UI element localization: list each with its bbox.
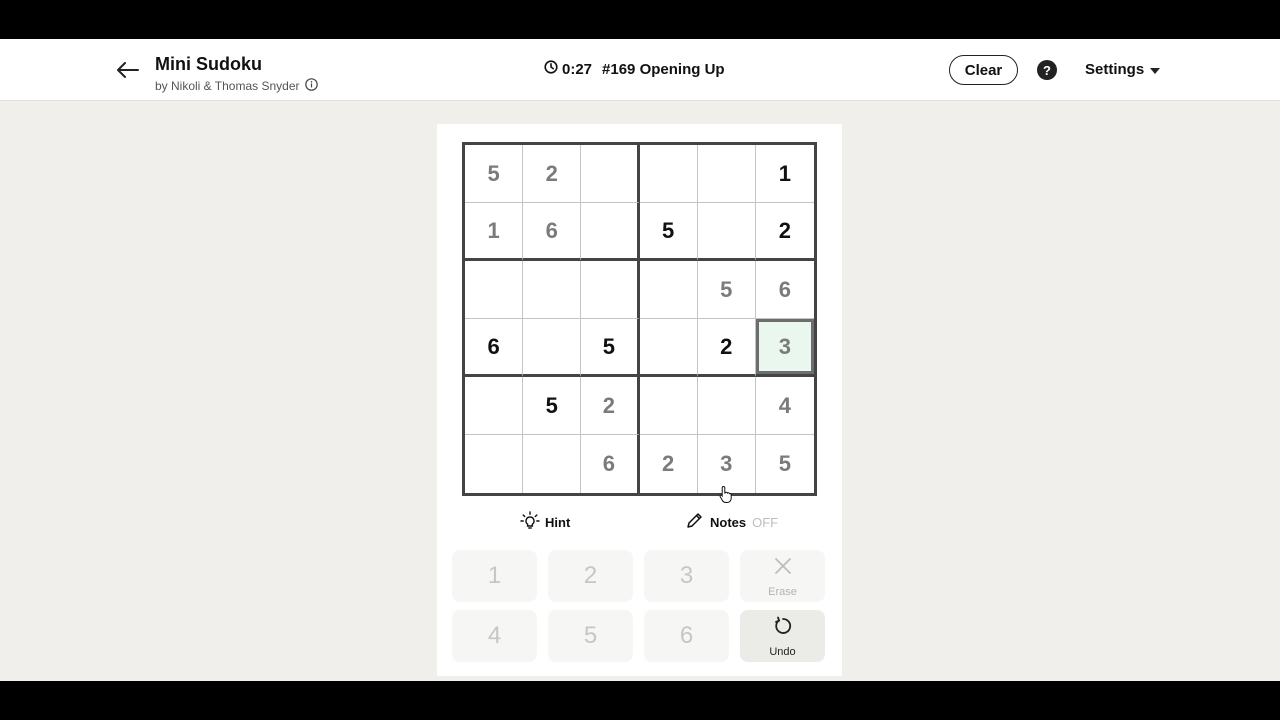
grid-cell-r3c2[interactable] (523, 261, 582, 319)
key-5[interactable]: 5 (548, 610, 633, 662)
grid-cell-r4c4[interactable] (639, 319, 698, 377)
notes-toggle[interactable]: Notes OFF (685, 511, 778, 533)
grid-cell-r3c5[interactable]: 5 (697, 261, 756, 319)
grid-cell-r5c6[interactable]: 4 (755, 377, 814, 435)
game-title: Mini Sudoku (155, 54, 262, 74)
grid-cell-r1c3[interactable] (581, 145, 640, 203)
info-icon[interactable] (304, 78, 318, 94)
grid-cell-r5c4[interactable] (639, 377, 698, 435)
grid-cell-r3c6[interactable]: 6 (755, 261, 814, 319)
grid-cell-r6c3[interactable]: 6 (581, 435, 640, 493)
grid-cell-r6c4[interactable]: 2 (640, 435, 698, 493)
settings-menu[interactable]: Settings (1085, 61, 1161, 78)
erase-label: Erase (768, 586, 797, 598)
pencil-icon (685, 511, 704, 533)
clock-icon (544, 60, 558, 78)
settings-label: Settings (1085, 61, 1145, 78)
grid-cell-r6c2[interactable] (523, 435, 582, 493)
grid-cell-r1c4[interactable] (639, 145, 698, 203)
hint-label: Hint (545, 515, 571, 530)
notes-state: OFF (752, 514, 779, 530)
byline-row: by Nikoli & Thomas Snyder (155, 78, 318, 94)
grid-cell-r1c2[interactable]: 2 (523, 145, 582, 203)
controls-row: Hint Notes OFF (437, 511, 842, 535)
grid-cell-r2c4[interactable]: 5 (639, 203, 698, 261)
erase-button[interactable]: Erase (740, 550, 825, 602)
grid-cell-r1c6[interactable]: 1 (755, 145, 814, 203)
help-icon[interactable]: ? (1037, 60, 1057, 80)
key-4[interactable]: 4 (452, 610, 537, 662)
grid-cell-r5c1[interactable] (465, 377, 524, 435)
key-3[interactable]: 3 (644, 550, 729, 602)
notes-label: Notes (710, 514, 747, 530)
game-app: Mini Sudoku by Nikoli & Thomas Snyder 0:… (0, 39, 1280, 681)
game-card: 52116525665235246235 Hint Notes OFF 1 2 … (437, 124, 842, 676)
undo-label: Undo (769, 645, 796, 658)
caret-down-icon (1150, 61, 1161, 78)
timer-and-puzzle: 0:27 #169 Opening Up (544, 60, 725, 78)
back-arrow-icon[interactable] (112, 55, 144, 85)
lightbulb-icon (520, 511, 540, 534)
hand-cursor-icon (719, 485, 733, 508)
grid-cell-r4c3[interactable]: 5 (581, 319, 640, 377)
grid-cell-r2c5[interactable] (697, 203, 756, 261)
clear-button[interactable]: Clear (949, 55, 1018, 85)
grid-cell-r5c3[interactable]: 2 (581, 377, 640, 435)
grid-cell-r3c3[interactable] (581, 261, 640, 319)
title-block: Mini Sudoku by Nikoli & Thomas Snyder (155, 53, 318, 94)
grid-cell-r1c1[interactable]: 5 (465, 145, 524, 203)
grid-cell-r4c1[interactable]: 6 (465, 319, 524, 377)
puzzle-name: #169 Opening Up (602, 60, 725, 78)
byline: by Nikoli & Thomas Snyder (155, 79, 300, 93)
key-6[interactable]: 6 (644, 610, 729, 662)
grid-cell-r3c1[interactable] (465, 261, 524, 319)
sudoku-grid: 52116525665235246235 (462, 142, 817, 496)
hint-button[interactable]: Hint (520, 511, 570, 534)
key-1[interactable]: 1 (452, 550, 537, 602)
key-2[interactable]: 2 (548, 550, 633, 602)
top-bar: Mini Sudoku by Nikoli & Thomas Snyder 0:… (0, 39, 1280, 101)
grid-cell-r2c2[interactable]: 6 (523, 203, 582, 261)
grid-cell-r4c5[interactable]: 2 (697, 319, 756, 377)
grid-cell-r6c1[interactable] (465, 435, 524, 493)
grid-cell-r1c5[interactable] (697, 145, 756, 203)
grid-cell-r5c2[interactable]: 5 (523, 377, 582, 435)
grid-cell-r2c3[interactable] (581, 203, 640, 261)
undo-button[interactable]: Undo (740, 610, 825, 662)
grid-cell-r6c6[interactable]: 5 (756, 435, 814, 493)
grid-cell-r3c4[interactable] (639, 261, 698, 319)
grid-cell-r5c5[interactable] (697, 377, 756, 435)
grid-cell-r4c2[interactable] (523, 319, 582, 377)
number-keypad: 1 2 3 Erase 4 5 6 Undo (452, 550, 828, 662)
grid-cell-r4c6[interactable]: 3 (755, 319, 814, 377)
undo-icon (773, 615, 793, 643)
grid-cell-r2c6[interactable]: 2 (755, 203, 814, 261)
close-icon (774, 554, 792, 582)
grid-cell-r2c1[interactable]: 1 (465, 203, 524, 261)
timer: 0:27 (562, 60, 593, 78)
